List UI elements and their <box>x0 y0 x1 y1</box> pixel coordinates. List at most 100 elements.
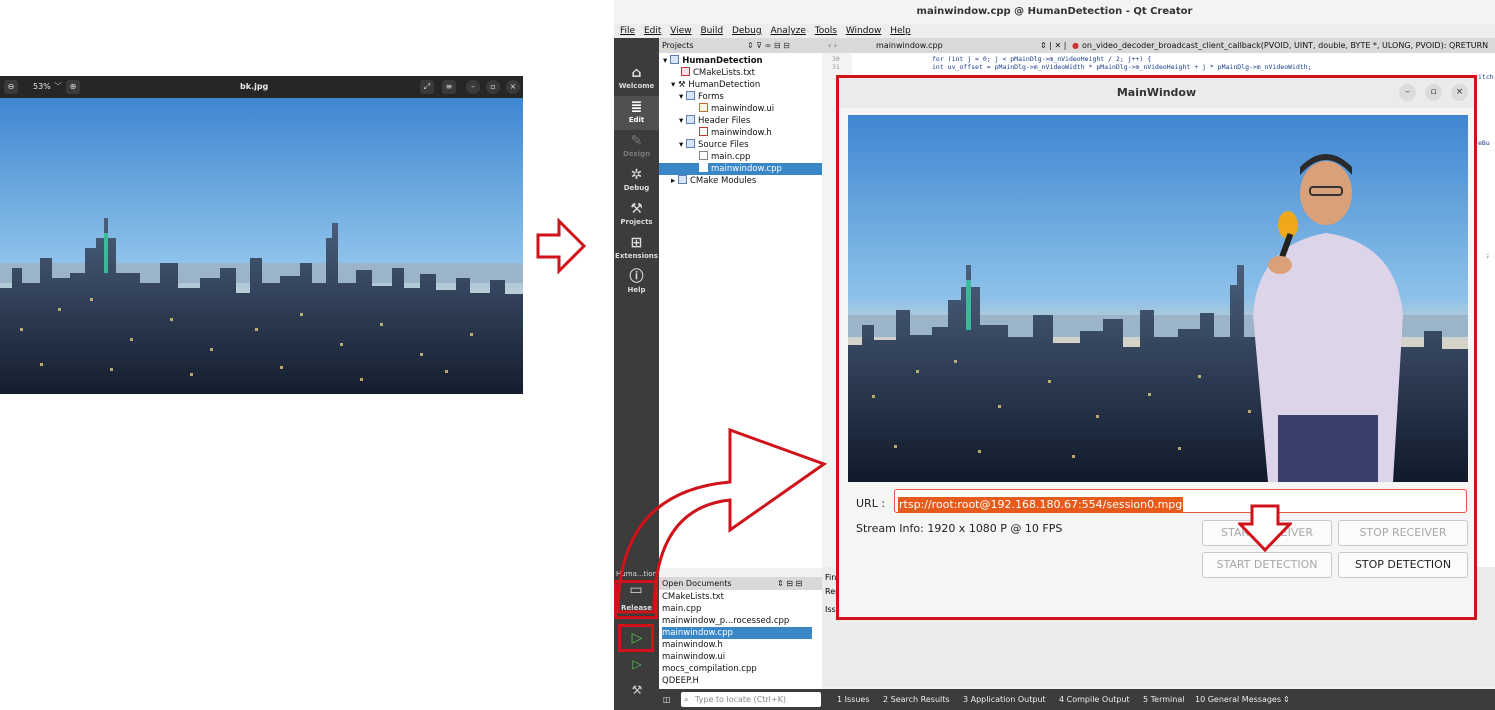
mode-projects-label: Projects <box>620 218 653 226</box>
menu-bar: File Edit View Build Debug Analyze Tools… <box>614 24 1495 38</box>
locator-input[interactable]: ⌕ Type to locate (Ctrl+K) <box>681 692 821 707</box>
menu-tools[interactable]: Tools <box>815 24 837 38</box>
url-label: URL : <box>856 497 886 510</box>
tree-label: mainwindow.ui <box>711 104 775 114</box>
sidebar-toggle-icon[interactable]: ◫ <box>663 689 671 710</box>
document-icon: ≣ <box>630 99 643 115</box>
status-tab-search-results[interactable]: 2 Search Results <box>883 689 950 710</box>
menu-analyze[interactable]: Analyze <box>770 24 805 38</box>
menu-window[interactable]: Window <box>846 24 882 38</box>
code-fragment: eBu <box>1478 139 1490 147</box>
help-icon: ⓘ <box>629 269 644 285</box>
tree-item-header-files[interactable]: ▾ Header Files <box>659 115 822 127</box>
line-number: 31 <box>832 63 840 71</box>
tree-item-mainwindow-h[interactable]: mainwindow.h <box>659 127 822 139</box>
editor-file-tab[interactable]: mainwindow.cpp <box>876 38 943 53</box>
stop-receiver-button[interactable]: STOP RECEIVER <box>1338 520 1468 546</box>
folder-icon <box>685 91 695 100</box>
debug-run-icon[interactable]: ▷ <box>626 653 648 675</box>
open-doc-item[interactable]: mainwindow.h <box>662 639 812 651</box>
function-icon: ● <box>1072 41 1079 50</box>
open-doc-item[interactable]: QDEEP.H <box>662 675 812 687</box>
menu-file[interactable]: File <box>620 24 635 38</box>
zoom-out-icon[interactable]: ⊖ <box>4 80 18 94</box>
mode-welcome[interactable]: ⌂ Welcome <box>614 62 659 96</box>
viewer-filename: bk.jpg <box>240 82 269 91</box>
tree-item-forms[interactable]: ▾ Forms <box>659 91 822 103</box>
projects-header-label[interactable]: Projects <box>662 41 694 50</box>
tree-item-source-files[interactable]: ▾ Source Files <box>659 139 822 151</box>
chevron-updown-icon[interactable]: ⇕ <box>1283 689 1290 710</box>
hammer-icon: ⚒ <box>677 80 689 90</box>
menu-edit[interactable]: Edit <box>644 24 661 38</box>
menu-build[interactable]: Build <box>700 24 723 38</box>
tree-item-cmakelists[interactable]: CMakeLists.txt <box>659 67 822 79</box>
menu-help[interactable]: Help <box>890 24 911 38</box>
status-tab-terminal[interactable]: 5 Terminal <box>1143 689 1184 710</box>
chevron-down-icon[interactable]: ﹀ <box>54 81 62 92</box>
folder-icon <box>685 139 695 148</box>
nav-back-forward-icon[interactable]: ‹ › <box>828 38 837 53</box>
cmake-file-icon <box>681 67 690 76</box>
zoom-in-icon[interactable]: ⊕ <box>66 80 80 94</box>
status-tab-general-messages[interactable]: 10 General Messages <box>1195 689 1281 710</box>
mode-extensions-label: Extensions <box>615 252 658 260</box>
url-input[interactable]: rtsp://root:root@192.168.180.67:554/sess… <box>894 489 1467 513</box>
tree-label: Forms <box>697 92 724 102</box>
code-line: int uv_offset = pMainDlg->m_nVideoWidth … <box>932 63 1312 71</box>
arrow-right-icon <box>535 217 587 278</box>
locator-placeholder: Type to locate (Ctrl+K) <box>695 695 786 704</box>
fullscreen-icon[interactable]: ⤢ <box>420 80 434 94</box>
mode-design[interactable]: ✎ Design <box>614 130 659 164</box>
tree-item-target[interactable]: ▾ ⚒ HumanDetection <box>659 79 822 91</box>
expand-arrow-icon[interactable]: ▾ <box>671 80 678 90</box>
mainwindow-app: MainWindow – ▫ × URL: rtsp://root:root@… <box>836 75 1477 620</box>
minimize-icon[interactable]: – <box>466 80 480 94</box>
mode-edit[interactable]: ≣ Edit <box>614 96 659 130</box>
expand-arrow-icon[interactable]: ▾ <box>679 116 686 126</box>
menu-debug[interactable]: Debug <box>732 24 762 38</box>
tree-label: CMake Modules <box>689 176 757 186</box>
open-doc-item[interactable]: mainwindow.ui <box>662 651 812 663</box>
tree-item-main-cpp[interactable]: main.cpp <box>659 151 822 163</box>
collapse-arrow-icon[interactable]: ▸ <box>671 176 678 186</box>
folder-icon <box>685 115 695 124</box>
status-tab-compile-output[interactable]: 4 Compile Output <box>1059 689 1130 710</box>
mode-projects[interactable]: ⚒ Projects <box>614 198 659 232</box>
code-fragment: itch <box>1478 73 1494 81</box>
window-title: mainwindow.cpp @ HumanDetection - Qt Cre… <box>614 0 1495 24</box>
tree-item-cmake-modules[interactable]: ▸ CMake Modules <box>659 175 822 187</box>
status-tab-issues[interactable]: 1 Issues <box>837 689 870 710</box>
open-doc-item[interactable]: mocs_compilation.cpp <box>662 663 812 675</box>
mode-debug[interactable]: ✲ Debug <box>614 164 659 198</box>
menu-view[interactable]: View <box>670 24 691 38</box>
function-breadcrumb[interactable]: on_video_decoder_broadcast_client_callba… <box>1082 38 1488 53</box>
arrow-down-icon <box>1236 504 1294 556</box>
zoom-level[interactable]: 53% <box>33 82 51 91</box>
stop-detection-button[interactable]: STOP DETECTION <box>1338 552 1468 578</box>
mode-extensions[interactable]: ⊞ Extensions <box>614 232 659 266</box>
expand-arrow-icon[interactable]: ▾ <box>679 140 686 150</box>
tree-item-mainwindow-cpp[interactable]: mainwindow.cpp <box>659 163 822 175</box>
project-icon <box>670 55 680 64</box>
close-document-icon[interactable]: ⇕ | ✕ | <box>1040 38 1066 53</box>
maximize-icon[interactable]: ▫ <box>486 80 500 94</box>
filter-icon[interactable]: ⇕ ⊽ ∞ ⊟ ⊟ <box>747 38 790 53</box>
expand-arrow-icon[interactable]: ▾ <box>679 92 686 102</box>
mode-help[interactable]: ⓘ Help <box>614 266 659 300</box>
cpp-file-icon <box>699 151 708 160</box>
close-icon[interactable]: × <box>506 80 520 94</box>
tree-item-project[interactable]: ▾ HumanDetection <box>659 55 822 67</box>
cpp-file-icon <box>699 163 708 172</box>
highlight-build-config <box>614 580 658 619</box>
status-tab-application-output[interactable]: 3 Application Output <box>963 689 1046 710</box>
maximize-icon[interactable]: ▫ <box>1425 84 1442 101</box>
minimize-icon[interactable]: – <box>1399 84 1416 101</box>
close-icon[interactable]: × <box>1451 84 1468 101</box>
tree-item-mainwindow-ui[interactable]: mainwindow.ui <box>659 103 822 115</box>
mode-edit-label: Edit <box>628 116 645 124</box>
build-hammer-icon[interactable]: ⚒ <box>626 679 648 701</box>
menu-icon[interactable]: ≡ <box>442 80 456 94</box>
tree-label: Source Files <box>697 140 749 150</box>
expand-arrow-icon[interactable]: ▾ <box>663 56 670 66</box>
